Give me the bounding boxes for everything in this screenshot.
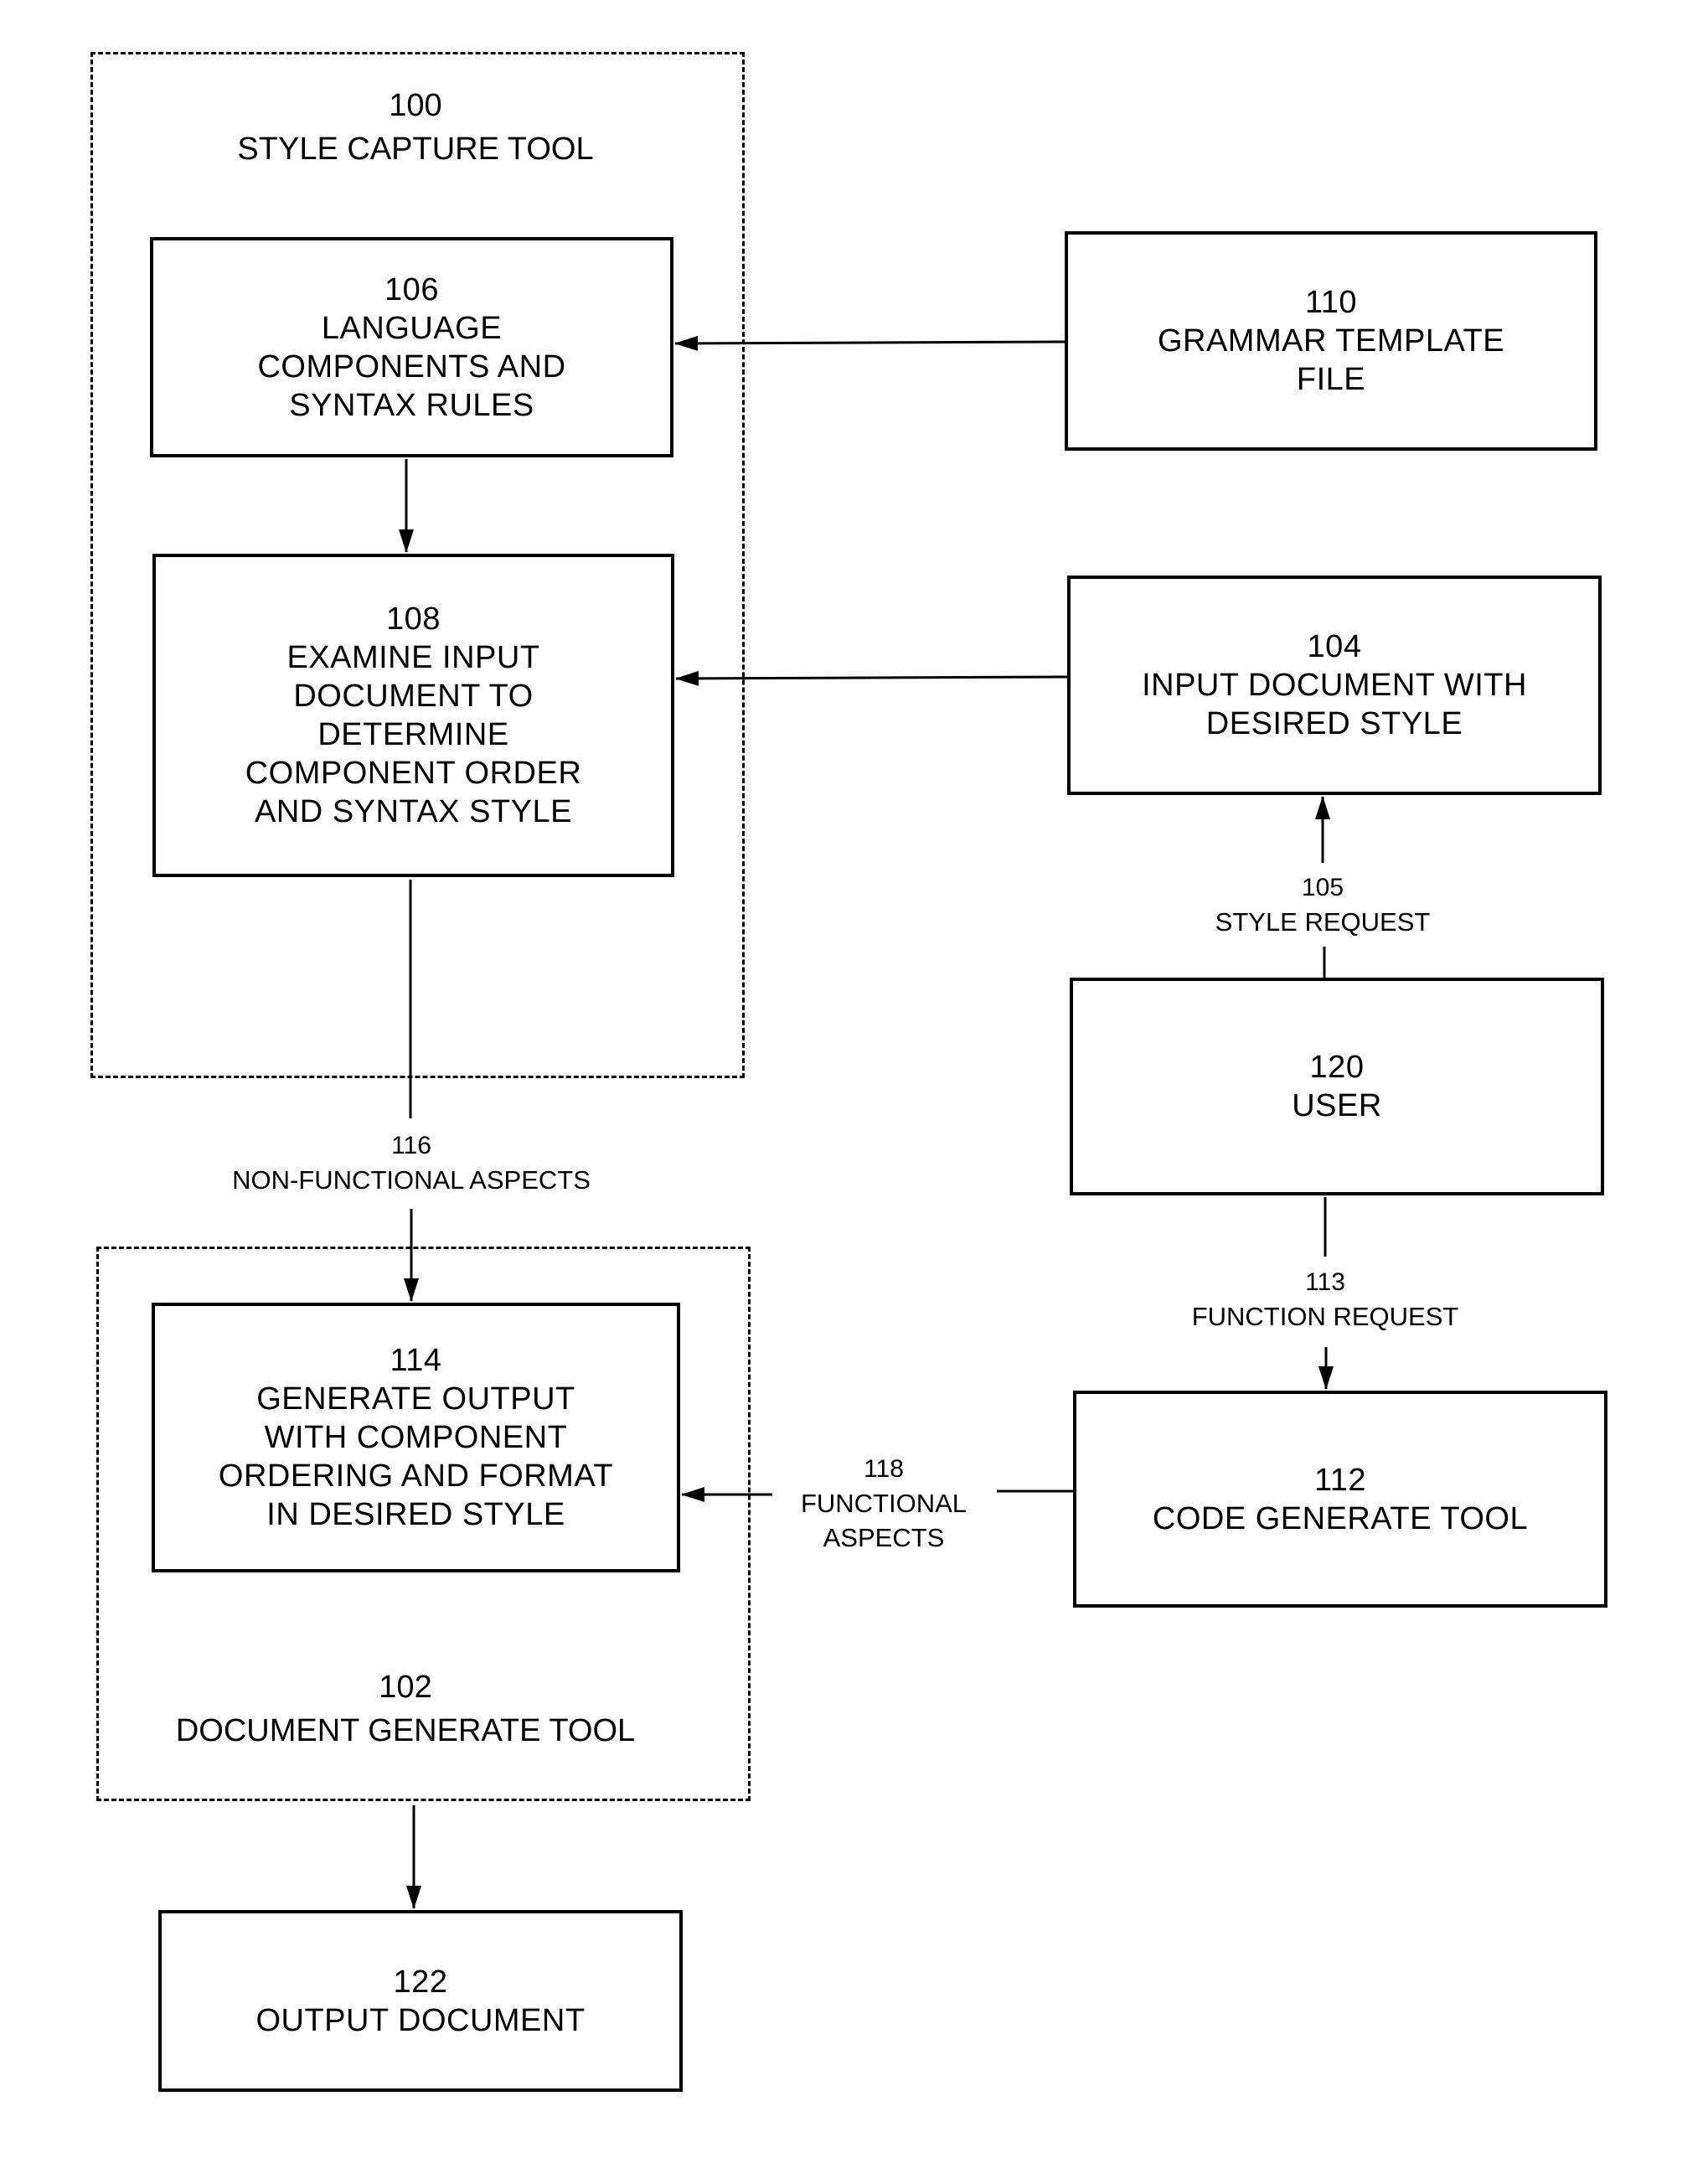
box-language-components: 106 LANGUAGE COMPONENTS AND SYNTAX RULES bbox=[150, 237, 673, 457]
box-number: 110 bbox=[1304, 285, 1358, 320]
box-number: 108 bbox=[386, 601, 441, 637]
box-number: 106 bbox=[384, 271, 439, 307]
edge-label-function-request: 113 FUNCTION REQUEST bbox=[1192, 1266, 1459, 1334]
box-number: 112 bbox=[1313, 1462, 1367, 1498]
box-label: GRAMMAR TEMPLATE FILE bbox=[1157, 323, 1505, 397]
edge-number: 118 bbox=[864, 1455, 904, 1483]
box-user: 120 USER bbox=[1070, 978, 1604, 1195]
edge-label-style-request: 105 STYLE REQUEST bbox=[1215, 871, 1431, 939]
box-label: CODE GENERATE TOOL bbox=[1152, 1500, 1529, 1536]
box-number: 114 bbox=[390, 1343, 442, 1378]
box-generate-output: 114 GENERATE OUTPUT WITH COMPONENT ORDER… bbox=[152, 1303, 680, 1572]
edge-number: 113 bbox=[1305, 1268, 1345, 1296]
group-label: DOCUMENT GENERATE TOOL bbox=[175, 1713, 636, 1748]
box-input-document: 104 INPUT DOCUMENT WITH DESIRED STYLE bbox=[1067, 576, 1602, 795]
box-examine-input: 108 EXAMINE INPUT DOCUMENT TO DETERMINE … bbox=[152, 554, 674, 877]
box-output-document: 122 OUTPUT DOCUMENT bbox=[158, 1910, 683, 2092]
box-label: INPUT DOCUMENT WITH DESIRED STYLE bbox=[1142, 668, 1527, 741]
edge-text: FUNCTIONAL ASPECTS bbox=[800, 1489, 968, 1552]
edge-number: 116 bbox=[391, 1132, 431, 1159]
edge-text: FUNCTION REQUEST bbox=[1191, 1302, 1459, 1331]
box-number: 104 bbox=[1307, 629, 1362, 664]
edge-label-functional-aspects: 118 FUNCTIONAL ASPECTS bbox=[801, 1453, 967, 1555]
box-number: 122 bbox=[393, 1964, 448, 2000]
box-number: 120 bbox=[1309, 1050, 1365, 1085]
box-code-generate-tool: 112 CODE GENERATE TOOL bbox=[1073, 1391, 1607, 1608]
edge-label-non-functional-aspects: 116 NON-FUNCTIONAL ASPECTS bbox=[232, 1129, 591, 1197]
box-label: OUTPUT DOCUMENT bbox=[255, 2002, 586, 2038]
style-capture-tool-heading: 100 STYLE CAPTURE TOOL bbox=[237, 84, 593, 171]
box-label: EXAMINE INPUT DOCUMENT TO DETERMINE COMP… bbox=[245, 640, 582, 829]
group-number: 102 bbox=[379, 1670, 432, 1705]
box-label: USER bbox=[1292, 1088, 1382, 1123]
document-generate-tool-heading: 102 DOCUMENT GENERATE TOOL bbox=[176, 1665, 635, 1753]
edge-text: STYLE REQUEST bbox=[1215, 907, 1431, 937]
box-grammar-template-file: 110 GRAMMAR TEMPLATE FILE bbox=[1065, 231, 1597, 451]
group-number: 100 bbox=[389, 88, 442, 123]
edge-text: NON-FUNCTIONAL ASPECTS bbox=[232, 1165, 591, 1195]
box-label: LANGUAGE COMPONENTS AND SYNTAX RULES bbox=[257, 310, 566, 423]
box-label: GENERATE OUTPUT WITH COMPONENT ORDERING … bbox=[218, 1381, 614, 1532]
group-label: STYLE CAPTURE TOOL bbox=[237, 132, 594, 167]
edge-number: 105 bbox=[1301, 874, 1344, 901]
